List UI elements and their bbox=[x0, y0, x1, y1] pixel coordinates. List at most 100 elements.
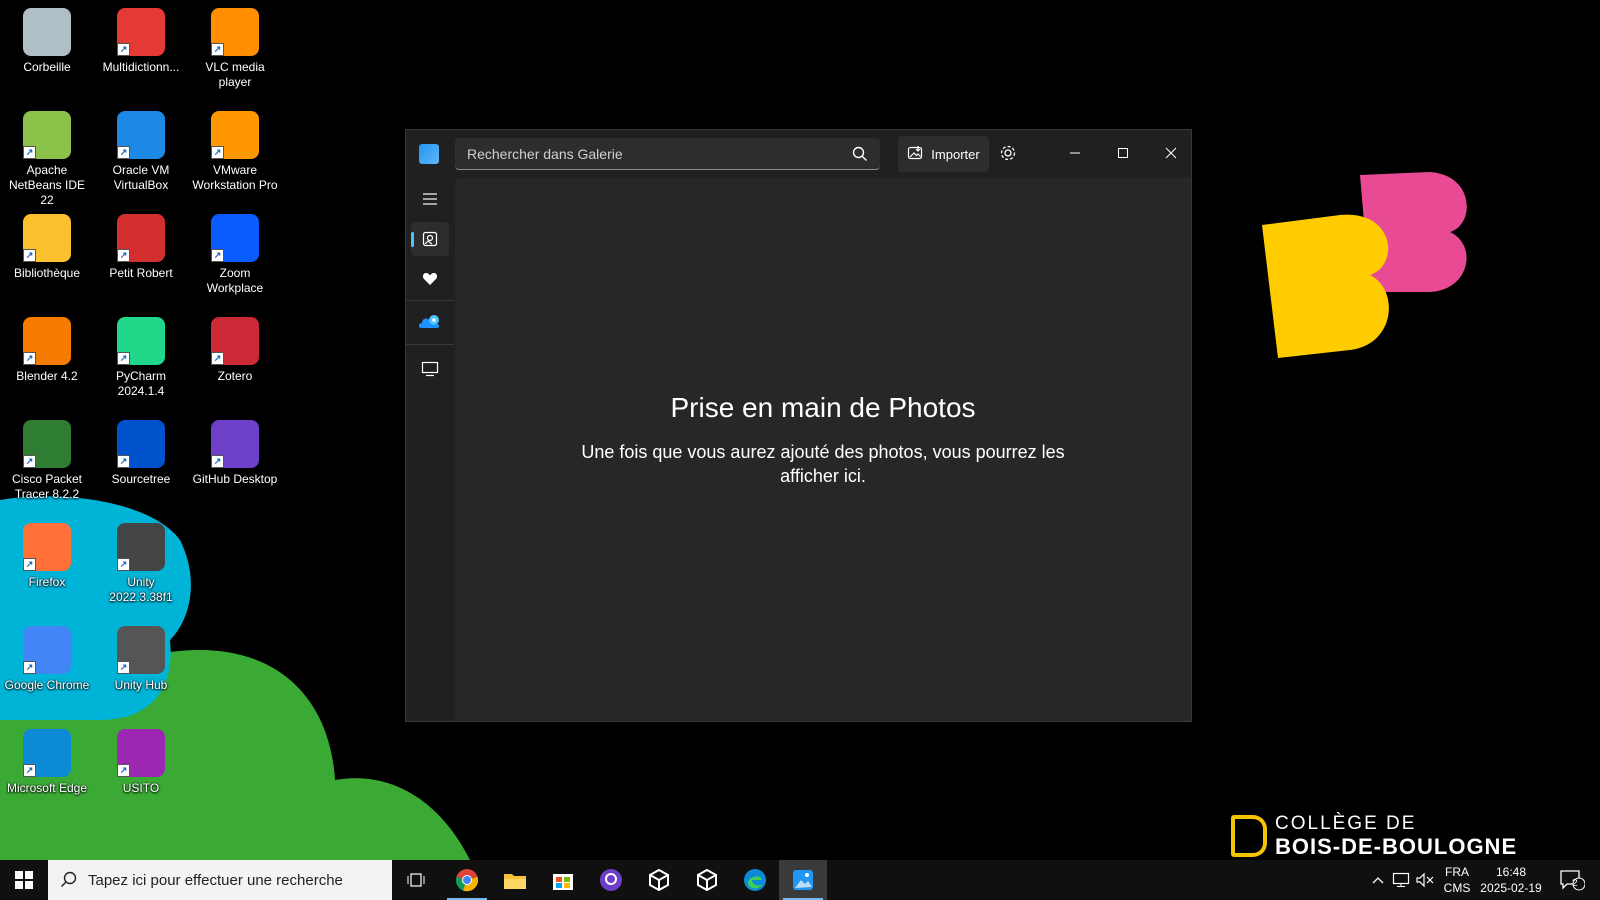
gallery-icon[interactable] bbox=[411, 222, 449, 256]
shortcut-arrow-icon: ↗ bbox=[23, 249, 36, 262]
task-view-button[interactable] bbox=[392, 860, 440, 900]
unity-icon: ↗ bbox=[117, 523, 165, 571]
desktop-shortcut-label: Apache NetBeans IDE 22 bbox=[8, 163, 86, 207]
taskbar-github-desktop[interactable] bbox=[587, 860, 635, 900]
desktop-shortcut[interactable]: ↗ Cisco Packet Tracer 8.2.2 bbox=[0, 412, 94, 510]
desktop-shortcut[interactable]: ↗ Google Chrome bbox=[0, 618, 94, 716]
desktop-shortcut[interactable]: ↗ Petit Robert bbox=[94, 206, 188, 304]
shortcut-arrow-icon: ↗ bbox=[117, 558, 130, 571]
search-icon bbox=[60, 871, 78, 893]
shortcut-arrow-icon: ↗ bbox=[117, 43, 130, 56]
desktop-shortcut[interactable]: ↗ USITO bbox=[94, 721, 188, 819]
search-input[interactable] bbox=[465, 138, 839, 170]
vlc-icon: ↗ bbox=[211, 8, 259, 56]
college-name-line2: BOIS-DE-BOULOGNE bbox=[1275, 834, 1518, 859]
taskbar-photos[interactable] bbox=[779, 860, 827, 900]
unity-icon bbox=[649, 869, 669, 891]
blender-icon: ↗ bbox=[23, 317, 71, 365]
desktop-shortcut[interactable]: ↗ Blender 4.2 bbox=[0, 309, 94, 407]
onedrive-icon[interactable] bbox=[411, 304, 449, 338]
taskbar-search-box[interactable]: Tapez ici pour effectuer une recherche bbox=[48, 860, 392, 900]
college-name-line1: COLLÈGE DE bbox=[1275, 813, 1417, 834]
language-code: FRA bbox=[1444, 865, 1469, 879]
shortcut-arrow-icon: ↗ bbox=[211, 455, 224, 468]
zotero-icon: ↗ bbox=[211, 317, 259, 365]
hamburger-menu-icon[interactable] bbox=[411, 182, 449, 216]
network-status[interactable] bbox=[1390, 860, 1412, 900]
favorites-heart-icon[interactable] bbox=[411, 262, 449, 296]
desktop-shortcut-label: VLC media player bbox=[205, 60, 265, 89]
desktop-shortcut[interactable]: ↗ Multidictionn... bbox=[94, 0, 188, 98]
clock[interactable]: 16:48 2025-02-19 bbox=[1476, 860, 1546, 900]
search-icon[interactable] bbox=[852, 146, 868, 167]
rail-divider bbox=[406, 300, 454, 301]
desktop-shortcut[interactable]: ↗ Unity Hub bbox=[94, 618, 188, 716]
notification-center-button[interactable]: 2 bbox=[1552, 860, 1592, 900]
navigation-rail bbox=[406, 178, 454, 723]
desktop-shortcut[interactable]: ↗ Oracle VM VirtualBox bbox=[94, 103, 188, 201]
desktop-shortcut[interactable]: ↗ PyCharm 2024.1.4 bbox=[94, 309, 188, 407]
clock-date: 2025-02-19 bbox=[1480, 881, 1542, 895]
college-logo: COLLÈGE DE BOIS-DE-BOULOGNE bbox=[1231, 812, 1517, 860]
desktop-shortcut[interactable]: ↗ VLC media player bbox=[188, 0, 282, 98]
desktop-shortcut[interactable]: ↗ Firefox bbox=[0, 515, 94, 613]
desktop-shortcut[interactable]: ↗ Zotero bbox=[188, 309, 282, 407]
desktop-shortcut-label: Google Chrome bbox=[4, 678, 90, 692]
shortcut-arrow-icon: ↗ bbox=[23, 352, 36, 365]
desktop-shortcut-label: GitHub Desktop bbox=[192, 472, 278, 486]
firefox-icon: ↗ bbox=[23, 523, 71, 571]
taskbar-edge[interactable] bbox=[731, 860, 779, 900]
chrome-icon: ↗ bbox=[23, 626, 71, 674]
maximize-button[interactable] bbox=[1108, 140, 1138, 166]
desktop-shortcut[interactable]: ↗ Microsoft Edge bbox=[0, 721, 94, 819]
desktop-shortcut[interactable]: ↗ VMware Workstation Pro bbox=[188, 103, 282, 201]
shortcut-arrow-icon: ↗ bbox=[23, 455, 36, 468]
this-pc-icon[interactable] bbox=[411, 352, 449, 386]
title-bar[interactable]: Importer bbox=[406, 130, 1191, 178]
desktop-shortcut[interactable]: ↗ Apache NetBeans IDE 22 bbox=[0, 103, 94, 207]
desktop-shortcut-label: Unity Hub bbox=[114, 678, 168, 692]
desktop-shortcut-label: USITO bbox=[122, 781, 160, 795]
windows-start-button[interactable] bbox=[0, 860, 48, 900]
volume-status[interactable] bbox=[1414, 860, 1436, 900]
empty-state-title: Prise en main de Photos bbox=[670, 392, 976, 423]
sourcetree-icon: ↗ bbox=[117, 420, 165, 468]
edge-icon bbox=[744, 869, 766, 891]
desktop-shortcut[interactable]: Corbeille bbox=[0, 0, 94, 98]
search-box[interactable] bbox=[455, 138, 880, 170]
taskbar-file-explorer[interactable] bbox=[491, 860, 539, 900]
edge-icon: ↗ bbox=[23, 729, 71, 777]
minimize-button[interactable] bbox=[1060, 140, 1090, 166]
gear-icon[interactable] bbox=[999, 144, 1017, 167]
vmware-icon: ↗ bbox=[211, 111, 259, 159]
desktop-shortcut[interactable]: ↗ Sourcetree bbox=[94, 412, 188, 510]
shortcut-arrow-icon: ↗ bbox=[117, 455, 130, 468]
taskbar-unity[interactable] bbox=[635, 860, 683, 900]
network-icon bbox=[1392, 872, 1410, 887]
desktop-shortcut[interactable]: ↗ GitHub Desktop bbox=[188, 412, 282, 510]
taskbar-chrome[interactable] bbox=[443, 860, 491, 900]
shortcut-arrow-icon: ↗ bbox=[211, 146, 224, 159]
desktop-shortcut-label: VMware Workstation Pro bbox=[192, 163, 278, 192]
input-language[interactable]: FRA CMS bbox=[1440, 860, 1474, 900]
desktop-shortcut[interactable]: ↗ Bibliothèque bbox=[0, 206, 94, 304]
desktop-shortcut-label: Microsoft Edge bbox=[6, 781, 88, 795]
shortcut-arrow-icon: ↗ bbox=[117, 352, 130, 365]
import-button[interactable]: Importer bbox=[898, 136, 989, 172]
github-desktop-icon: ↗ bbox=[211, 420, 259, 468]
petit-robert-icon: ↗ bbox=[117, 214, 165, 262]
desktop-shortcut[interactable]: ↗ Unity 2022.3.38f1 bbox=[94, 515, 188, 613]
shortcut-arrow-icon: ↗ bbox=[23, 661, 36, 674]
desktop-shortcut-label: Zotero bbox=[217, 369, 253, 383]
show-hidden-icons-button[interactable] bbox=[1368, 860, 1388, 900]
taskbar-unity-hub[interactable] bbox=[683, 860, 731, 900]
close-button[interactable] bbox=[1156, 140, 1186, 166]
photos-icon bbox=[793, 870, 813, 890]
desktop-shortcut-label: Multidictionn... bbox=[102, 60, 180, 74]
chrome-icon bbox=[456, 869, 478, 892]
taskbar-microsoft-store[interactable] bbox=[539, 860, 587, 900]
store-icon bbox=[553, 874, 573, 890]
gallery-empty-state: Prise en main de Photos Une fois que vou… bbox=[455, 178, 1191, 721]
keyboard-layout: CMS bbox=[1443, 881, 1471, 895]
desktop-shortcut[interactable]: ↗ Zoom Workplace bbox=[188, 206, 282, 304]
